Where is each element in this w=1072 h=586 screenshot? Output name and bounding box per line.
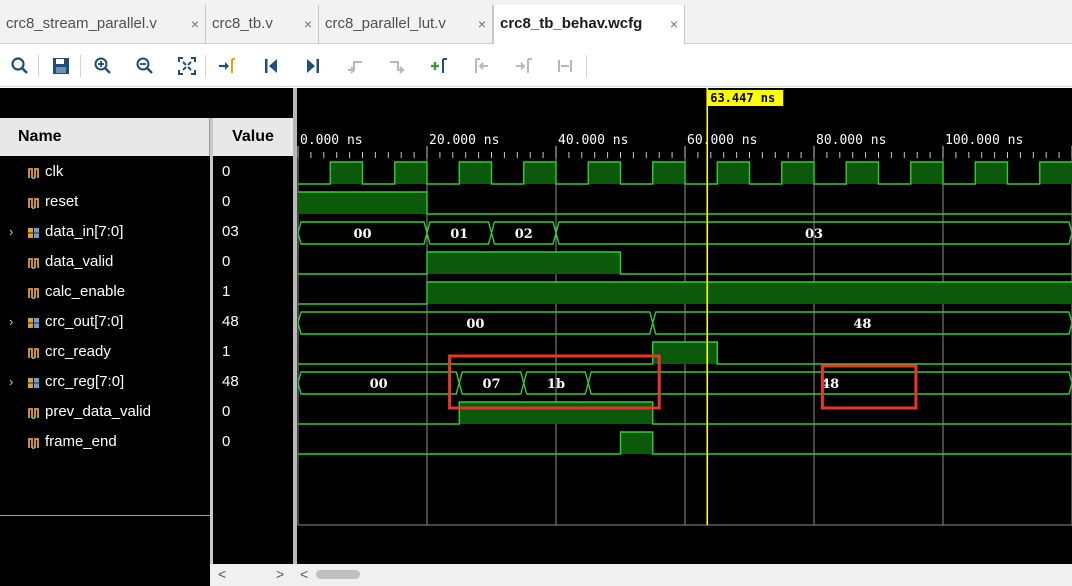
crc-reg-value-label: 07 bbox=[482, 377, 500, 392]
close-icon[interactable]: × bbox=[670, 5, 678, 43]
reset-high-fill bbox=[298, 192, 427, 214]
zoom-in-icon[interactable] bbox=[90, 53, 116, 79]
waveform-scroll-left-button[interactable]: < bbox=[300, 566, 308, 582]
time-tick-label: 100.000 ns bbox=[945, 133, 1023, 148]
tab-crc8-tb-behav[interactable]: crc8_tb_behav.wcfg × bbox=[493, 5, 685, 44]
time-tick-label: 20.000 ns bbox=[429, 133, 499, 148]
data-in-value-label: 01 bbox=[450, 227, 468, 242]
signal-value: 0 bbox=[222, 433, 231, 450]
clk-high-fill bbox=[588, 162, 621, 184]
signal-value: 48 bbox=[222, 373, 239, 390]
cursor-time-label: 63.447 ns bbox=[710, 91, 775, 105]
tab-label: crc8_parallel_lut.v bbox=[325, 15, 446, 32]
clk-high-fill bbox=[910, 162, 943, 184]
signal-value: 0 bbox=[222, 403, 231, 420]
previous-marker-icon bbox=[468, 53, 494, 79]
signal-value: 48 bbox=[222, 313, 239, 330]
crc-out-value-label: 48 bbox=[853, 317, 871, 332]
clk-high-fill bbox=[330, 162, 363, 184]
signal-value: 1 bbox=[222, 343, 231, 360]
close-icon[interactable]: × bbox=[478, 5, 486, 43]
next-transition-icon bbox=[384, 53, 410, 79]
scroll-thumb[interactable] bbox=[316, 570, 360, 579]
signal-value: 0 bbox=[222, 163, 231, 180]
goto-start-icon[interactable] bbox=[258, 53, 284, 79]
goto-end-icon[interactable] bbox=[300, 53, 326, 79]
save-icon[interactable] bbox=[48, 53, 74, 79]
swap-cursors-icon bbox=[552, 53, 578, 79]
zoom-out-icon[interactable] bbox=[132, 53, 158, 79]
clk-high-fill bbox=[459, 162, 492, 184]
time-tick-label: 60.000 ns bbox=[687, 133, 757, 148]
time-tick-label: 80.000 ns bbox=[816, 133, 886, 148]
clk-high-fill bbox=[394, 162, 427, 184]
tab-crc8-parallel-lut[interactable]: crc8_parallel_lut.v × bbox=[319, 5, 493, 44]
time-tick-label: 0.000 ns bbox=[300, 133, 363, 148]
data-in-value-label: 00 bbox=[353, 227, 371, 242]
clk-high-fill bbox=[1039, 162, 1072, 184]
clk-high-fill bbox=[652, 162, 685, 184]
add-marker-icon[interactable] bbox=[426, 53, 452, 79]
clk-high-fill bbox=[975, 162, 1008, 184]
tab-label: crc8_stream_parallel.v bbox=[6, 15, 157, 32]
close-icon[interactable]: × bbox=[191, 5, 199, 43]
search-icon[interactable] bbox=[7, 53, 33, 79]
editor-tab-bar: crc8_stream_parallel.v × crc8_tb.v × crc… bbox=[0, 0, 1072, 44]
crc-reg-value-label: 1b bbox=[547, 377, 565, 392]
calc-enable-high-fill bbox=[427, 282, 1072, 304]
prev-data-valid-high-fill bbox=[459, 402, 653, 424]
waveform-pane: Name Value clk reset › data_in[7:0] data_val… bbox=[0, 88, 1072, 586]
scroll-right-button[interactable]: > bbox=[276, 566, 284, 582]
data-in-value-label: 02 bbox=[515, 227, 533, 242]
clk-high-fill bbox=[523, 162, 556, 184]
waveform-canvas[interactable]: 0.000 ns 20.000 ns 40.000 ns 60.000 ns 80.00… bbox=[0, 88, 1072, 564]
zoom-fit-icon[interactable] bbox=[174, 53, 200, 79]
close-icon[interactable]: × bbox=[304, 5, 312, 43]
signal-value: 03 bbox=[222, 223, 239, 240]
tab-crc8-tb[interactable]: crc8_tb.v × bbox=[206, 5, 319, 44]
waveform-window: crc8_stream_parallel.v × crc8_tb.v × crc… bbox=[0, 0, 1072, 586]
signal-value: 0 bbox=[222, 253, 231, 270]
tab-crc8-stream-parallel[interactable]: crc8_stream_parallel.v × bbox=[0, 5, 206, 44]
next-marker-icon bbox=[510, 53, 536, 79]
clk-high-fill bbox=[717, 162, 750, 184]
waveform-toolbar bbox=[0, 45, 1072, 87]
data-in-value-label: 03 bbox=[805, 227, 823, 242]
previous-transition-icon bbox=[342, 53, 368, 79]
goto-cursor-icon[interactable] bbox=[214, 53, 240, 79]
time-tick-label: 40.000 ns bbox=[558, 133, 628, 148]
crc-out-value-label: 00 bbox=[466, 317, 484, 332]
scroll-left-button[interactable]: < bbox=[218, 566, 226, 582]
tab-label: crc8_tb_behav.wcfg bbox=[500, 15, 643, 32]
frame-end-high-fill bbox=[620, 432, 653, 454]
crc-reg-value-label: 00 bbox=[370, 377, 388, 392]
data-valid-high-fill bbox=[427, 252, 621, 274]
tab-label: crc8_tb.v bbox=[212, 15, 273, 32]
clk-high-fill bbox=[781, 162, 814, 184]
signal-value: 1 bbox=[222, 283, 231, 300]
signal-value: 0 bbox=[222, 193, 231, 210]
clk-high-fill bbox=[846, 162, 879, 184]
